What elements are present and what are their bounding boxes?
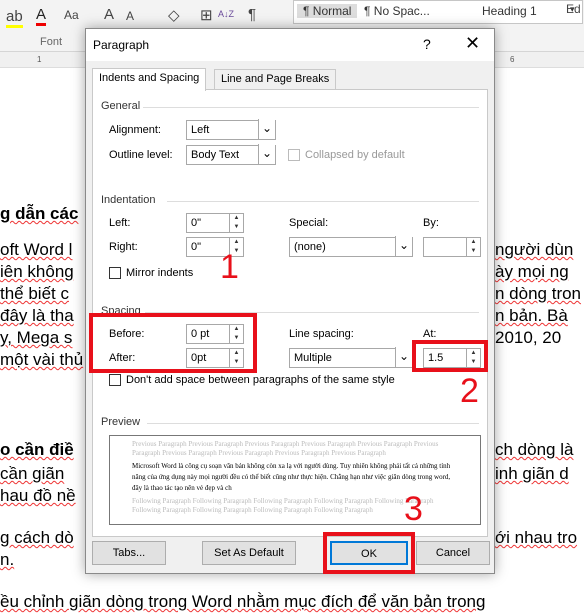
doc-line: o cần điề: [0, 440, 74, 459]
annotation-number-1: 1: [220, 248, 239, 286]
editing-label: Ed: [566, 2, 581, 16]
preview-heading: Preview: [101, 416, 141, 428]
outline-level-label: Outline level:: [109, 149, 173, 161]
set-as-default-button[interactable]: Set As Default: [202, 541, 296, 565]
dont-add-space-label: Don't add space between paragraphs of th…: [126, 374, 395, 386]
special-select[interactable]: (none): [289, 236, 413, 257]
styles-gallery: ¶ Normal ¶ No Spac... Heading 1 ▾: [293, 0, 583, 24]
style-heading-1[interactable]: Heading 1: [482, 4, 537, 18]
doc-line: ều chỉnh giãn dòng trong Word nhằm mục đ…: [0, 592, 486, 611]
preview-box: Previous Paragraph Previous Paragraph Pr…: [109, 435, 481, 525]
ruler-mark: 1: [37, 55, 42, 64]
doc-line: người dùn: [495, 240, 574, 259]
paragraph-dialog: Paragraph ? ✕ Indents and Spacing Line a…: [85, 28, 495, 574]
preview-previous: Previous Paragraph Previous Paragraph Pr…: [132, 440, 439, 457]
dialog-title: Paragraph: [93, 38, 150, 52]
line-spacing-label: Line spacing:: [289, 328, 354, 340]
font-group-label: Font: [40, 36, 63, 48]
left-indent-input[interactable]: 0" ▲ ▼: [186, 213, 244, 233]
collapsed-label: Collapsed by default: [305, 149, 405, 161]
collapsed-checkbox[interactable]: [288, 149, 300, 161]
annotation-number-2: 2: [460, 372, 479, 410]
dialog-title-bar[interactable]: Paragraph ? ✕: [86, 29, 494, 61]
doc-line: ch dòng là: [495, 440, 574, 459]
doc-line: ới nhau tro: [495, 528, 578, 547]
annotation-box-1: [89, 313, 257, 373]
shrink-font-icon[interactable]: A: [126, 9, 134, 23]
doc-line: n bản. Bà: [495, 306, 568, 325]
dont-add-space-checkbox[interactable]: [109, 374, 121, 386]
alignment-label: Alignment:: [109, 124, 161, 136]
change-case-button[interactable]: Aa: [64, 8, 79, 22]
style-no-spacing[interactable]: ¶ No Spac...: [364, 4, 430, 18]
tab-indents-and-spacing[interactable]: Indents and Spacing: [92, 68, 207, 91]
tab-line-and-page-breaks[interactable]: Line and Page Breaks: [214, 69, 337, 90]
by-input[interactable]: ▲ ▼: [423, 237, 481, 257]
left-indent-label: Left:: [109, 217, 131, 229]
mirror-indents-checkbox[interactable]: [109, 267, 121, 279]
at-label: At:: [423, 328, 437, 340]
doc-line: đây là tha: [0, 306, 74, 325]
spinner-icon[interactable]: ▲ ▼: [229, 214, 243, 232]
mirror-indents-label: Mirror indents: [126, 267, 194, 279]
font-color-icon[interactable]: A: [36, 6, 47, 26]
doc-line: cần giãn: [0, 464, 65, 483]
doc-line: ày mọi ng: [495, 262, 569, 281]
doc-line: thể biết c: [0, 284, 69, 303]
spinner-icon[interactable]: ▲ ▼: [466, 238, 480, 256]
alignment-select[interactable]: Left: [186, 119, 276, 140]
doc-line: g cách dò: [0, 528, 74, 547]
shading-icon[interactable]: ◇: [168, 6, 180, 24]
annotation-box-3: [323, 532, 415, 574]
doc-line: iên không: [0, 262, 74, 281]
outline-level-select[interactable]: Body Text: [186, 144, 276, 165]
annotation-box-2: [412, 340, 488, 372]
special-label: Special:: [289, 217, 329, 229]
tabs-button[interactable]: Tabs...: [92, 541, 166, 565]
sort-icon[interactable]: A↓Z: [218, 9, 234, 19]
doc-line: inh giãn d: [495, 464, 569, 483]
cancel-button[interactable]: Cancel: [416, 541, 490, 565]
ruler-mark: 6: [510, 55, 515, 64]
doc-line: hau đồ nề: [0, 486, 76, 505]
doc-line: một vài thủ: [0, 350, 84, 369]
indentation-heading: Indentation: [101, 194, 156, 206]
general-heading: General: [101, 100, 141, 112]
by-label: By:: [423, 217, 439, 229]
borders-icon[interactable]: ⊞: [200, 6, 213, 24]
left-indent-value: 0": [191, 217, 202, 229]
close-icon[interactable]: ✕: [465, 33, 480, 54]
style-normal[interactable]: ¶ Normal: [297, 4, 358, 18]
highlight-icon[interactable]: ab: [6, 8, 23, 28]
doc-line: 2010, 20: [495, 328, 562, 347]
help-button[interactable]: ?: [423, 36, 431, 52]
doc-line: oft Word l: [0, 240, 73, 259]
doc-line: y, Mega s: [0, 328, 73, 347]
pilcrow-button[interactable]: ¶: [248, 6, 256, 23]
annotation-number-3: 3: [404, 490, 423, 528]
doc-line: n.: [0, 550, 15, 569]
line-spacing-select[interactable]: Multiple: [289, 347, 413, 368]
grow-font-icon[interactable]: A: [104, 6, 114, 23]
doc-line: g dẫn các: [0, 204, 79, 223]
doc-line: n dòng tron: [495, 284, 582, 303]
right-indent-value: 0": [191, 241, 202, 253]
right-indent-label: Right:: [109, 241, 138, 253]
